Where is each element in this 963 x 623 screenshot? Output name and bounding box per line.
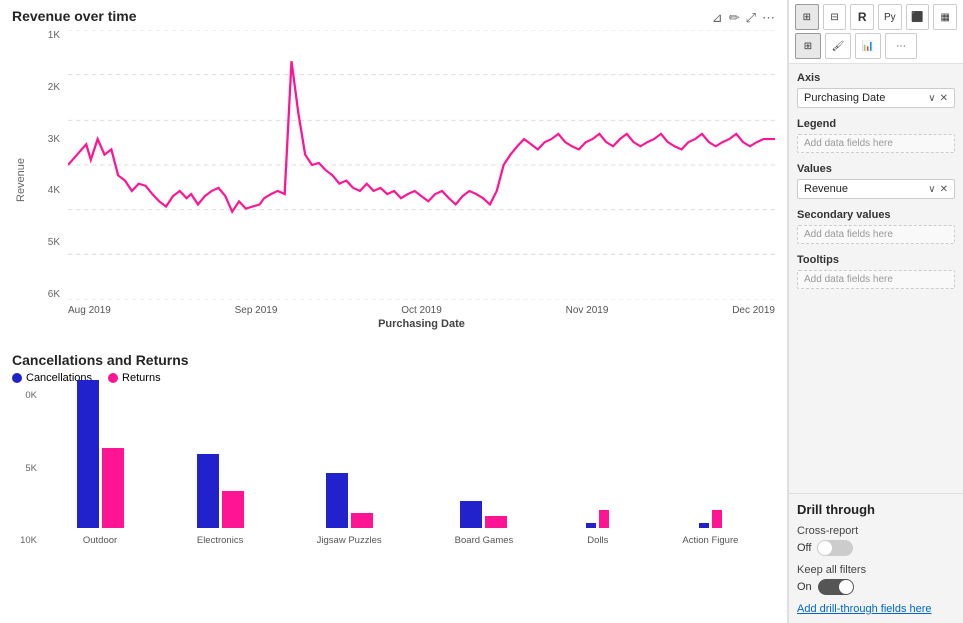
chart2-title: Cancellations and Returns xyxy=(12,352,775,368)
boardgames-returns-bar xyxy=(485,516,507,528)
bar-group-actionfigure: Action Figure xyxy=(682,510,738,546)
y-ticks: 6K 5K 4K 3K 2K 1K xyxy=(32,30,64,300)
cross-report-row: Cross-report Off xyxy=(797,525,955,556)
outdoor-cancellations-bar xyxy=(77,380,99,528)
values-remove-icon[interactable]: ✕ xyxy=(940,184,948,195)
legend-placeholder[interactable]: Add data fields here xyxy=(797,134,955,153)
tooltips-label: Tooltips xyxy=(797,254,955,266)
outdoor-label: Outdoor xyxy=(83,535,117,546)
axis-chip[interactable]: Purchasing Date ∨ ✕ xyxy=(797,88,955,108)
actionfigure-label: Action Figure xyxy=(682,535,738,546)
revenue-chart: Revenue over time ⊿ ✏ ⤢ ⋯ Revenue 6K 5K … xyxy=(12,8,775,348)
boardgames-cancellations-bar xyxy=(460,501,482,528)
more-icon[interactable]: ⋯ xyxy=(762,10,775,26)
py-icon-btn[interactable]: Py xyxy=(878,4,902,30)
chart1-toolbar: ⊿ ✏ ⤢ ⋯ xyxy=(712,10,775,26)
bar-group-jigsaw: Jigsaw Puzzles xyxy=(317,473,382,546)
dolls-cancellations-bar xyxy=(586,523,596,528)
filter-icon[interactable]: ⊿ xyxy=(712,10,723,26)
chart1-title: Revenue over time xyxy=(12,8,137,24)
jigsaw-cancellations-bar xyxy=(326,473,348,528)
drill-through-link[interactable]: Add drill-through fields here xyxy=(797,603,955,615)
axis-label: Axis xyxy=(797,72,955,84)
x-axis-title: Purchasing Date xyxy=(68,318,775,330)
y-axis-label: Revenue xyxy=(12,30,30,330)
values-label: Values xyxy=(797,163,955,175)
actionfigure-returns-bar xyxy=(712,510,722,528)
values-expand-icon[interactable]: ∨ xyxy=(928,184,935,195)
drill-title: Drill through xyxy=(797,502,955,517)
secondary-placeholder[interactable]: Add data fields here xyxy=(797,225,955,244)
tooltips-group: Tooltips Add data fields here xyxy=(797,254,955,289)
values-chip[interactable]: Revenue ∨ ✕ xyxy=(797,179,955,199)
chart-icon-btn[interactable]: ⊟ xyxy=(823,4,847,30)
actionfigure-cancellations-bar xyxy=(699,523,709,528)
keep-filters-toggle-thumb xyxy=(839,580,853,594)
more2-icon-btn[interactable]: ⋯ xyxy=(885,33,917,59)
cross-report-label: Cross-report xyxy=(797,525,955,537)
drill-through-section: Drill through Cross-report Off Keep all … xyxy=(789,493,963,623)
jigsaw-label: Jigsaw Puzzles xyxy=(317,535,382,546)
r-icon-btn[interactable]: R xyxy=(850,4,874,30)
tooltips-placeholder[interactable]: Add data fields here xyxy=(797,270,955,289)
x-axis-labels: Aug 2019 Sep 2019 Oct 2019 Nov 2019 Dec … xyxy=(68,305,775,316)
bar-group-electronics: Electronics xyxy=(197,454,244,546)
table-icon-btn[interactable]: ⊞ xyxy=(795,4,819,30)
returns-label: Returns xyxy=(122,372,161,384)
highlight-icon[interactable]: ✏ xyxy=(729,10,740,26)
bar-y-axis: 10K 5K 0K xyxy=(12,390,40,546)
electronics-label: Electronics xyxy=(197,535,243,546)
electronics-returns-bar xyxy=(222,491,244,528)
chart1-area: Revenue 6K 5K 4K 3K 2K 1K xyxy=(12,30,775,330)
outdoor-returns-bar xyxy=(102,448,124,528)
axis-group: Axis Purchasing Date ∨ ✕ xyxy=(797,72,955,108)
table2-icon-btn[interactable]: ⊞ xyxy=(795,33,821,59)
electronics-cancellations-bar xyxy=(197,454,219,528)
black-icon-btn[interactable]: ⬛ xyxy=(906,4,930,30)
boardgames-label: Board Games xyxy=(455,535,514,546)
grid-icon-btn[interactable]: ▦ xyxy=(933,4,957,30)
jigsaw-returns-bar xyxy=(351,513,373,528)
secondary-group: Secondary values Add data fields here xyxy=(797,209,955,244)
bar-chart-inner: Outdoor Electronics Jigsaw P xyxy=(40,390,775,546)
chart2-legend: Cancellations Returns xyxy=(12,372,775,384)
cross-report-toggle-thumb xyxy=(818,541,832,555)
values-chip-text: Revenue xyxy=(804,183,848,195)
analytics-icon-btn[interactable]: 📊 xyxy=(855,33,881,59)
keep-filters-row: Keep all filters On xyxy=(797,564,955,595)
bar-group-dolls: Dolls xyxy=(586,510,609,546)
bar-chart: 10K 5K 0K Outdoor xyxy=(12,390,775,570)
right-panel: ⊞ ⊟ R Py ⬛ ▦ ⊞ 🖌 📊 ⋯ Axis Purchasing Dat… xyxy=(788,0,963,623)
axis-remove-icon[interactable]: ✕ xyxy=(940,93,948,104)
secondary-label: Secondary values xyxy=(797,209,955,221)
keep-filters-state-label: On xyxy=(797,581,812,593)
keep-filters-toggle[interactable] xyxy=(818,579,854,595)
chart1-inner: 6K 5K 4K 3K 2K 1K xyxy=(32,30,775,330)
legend-group: Legend Add data fields here xyxy=(797,118,955,153)
cross-report-toggle[interactable] xyxy=(817,540,853,556)
line-chart-svg xyxy=(68,30,775,300)
cross-report-state-label: Off xyxy=(797,542,811,554)
values-group: Values Revenue ∨ ✕ xyxy=(797,163,955,199)
axis-expand-icon[interactable]: ∨ xyxy=(928,93,935,104)
axis-chip-text: Purchasing Date xyxy=(804,92,885,104)
dolls-label: Dolls xyxy=(587,535,608,546)
fields-section: Axis Purchasing Date ∨ ✕ Legend Add data… xyxy=(789,64,963,493)
expand-icon[interactable]: ⤢ xyxy=(746,10,756,26)
legend-label: Legend xyxy=(797,118,955,130)
keep-filters-label: Keep all filters xyxy=(797,564,955,576)
dolls-returns-bar xyxy=(599,510,609,528)
cancellations-chart: Cancellations and Returns Cancellations … xyxy=(12,352,775,615)
right-toolbar: ⊞ ⊟ R Py ⬛ ▦ ⊞ 🖌 📊 ⋯ xyxy=(789,0,963,64)
bar-group-boardgames: Board Games xyxy=(455,501,514,546)
brush-icon-btn[interactable]: 🖌 xyxy=(825,33,851,59)
cancellations-dot xyxy=(12,373,22,383)
left-panel: Revenue over time ⊿ ✏ ⤢ ⋯ Revenue 6K 5K … xyxy=(0,0,788,623)
bar-group-outdoor: Outdoor xyxy=(77,380,124,546)
